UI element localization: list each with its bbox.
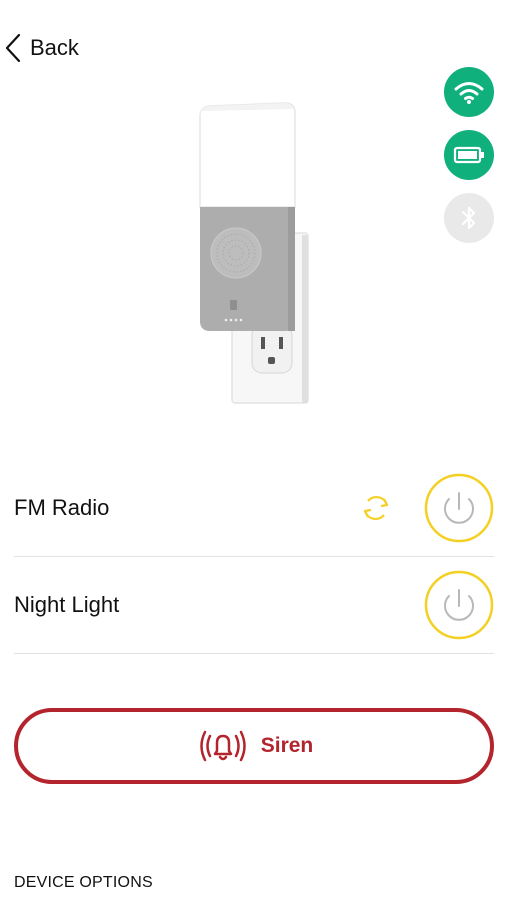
battery-icon — [453, 146, 484, 164]
bluetooth-icon — [461, 206, 476, 230]
night-light-label: Night Light — [14, 592, 120, 617]
night-light-power-button[interactable] — [424, 570, 494, 640]
siren-label: Siren — [260, 734, 314, 757]
power-icon — [424, 570, 494, 640]
chevron-left-icon — [5, 33, 21, 63]
back-button[interactable]: Back — [4, 28, 79, 68]
refresh-icon[interactable] — [359, 491, 393, 525]
wifi-status[interactable] — [444, 67, 494, 117]
siren-button[interactable]: Siren — [14, 708, 494, 784]
siren-bell-icon — [199, 730, 246, 762]
fm-radio-row: FM Radio — [14, 460, 494, 557]
wifi-icon — [454, 82, 484, 104]
fm-radio-label: FM Radio — [14, 495, 110, 520]
power-icon — [424, 473, 494, 543]
fm-radio-power-button[interactable] — [424, 473, 494, 543]
night-light-row: Night Light — [14, 557, 494, 654]
device-options-heading: DEVICE OPTIONS — [14, 874, 153, 891]
battery-status[interactable] — [444, 130, 494, 180]
back-label: Back — [30, 35, 79, 60]
bluetooth-status[interactable] — [444, 193, 494, 243]
device-image — [180, 95, 330, 415]
